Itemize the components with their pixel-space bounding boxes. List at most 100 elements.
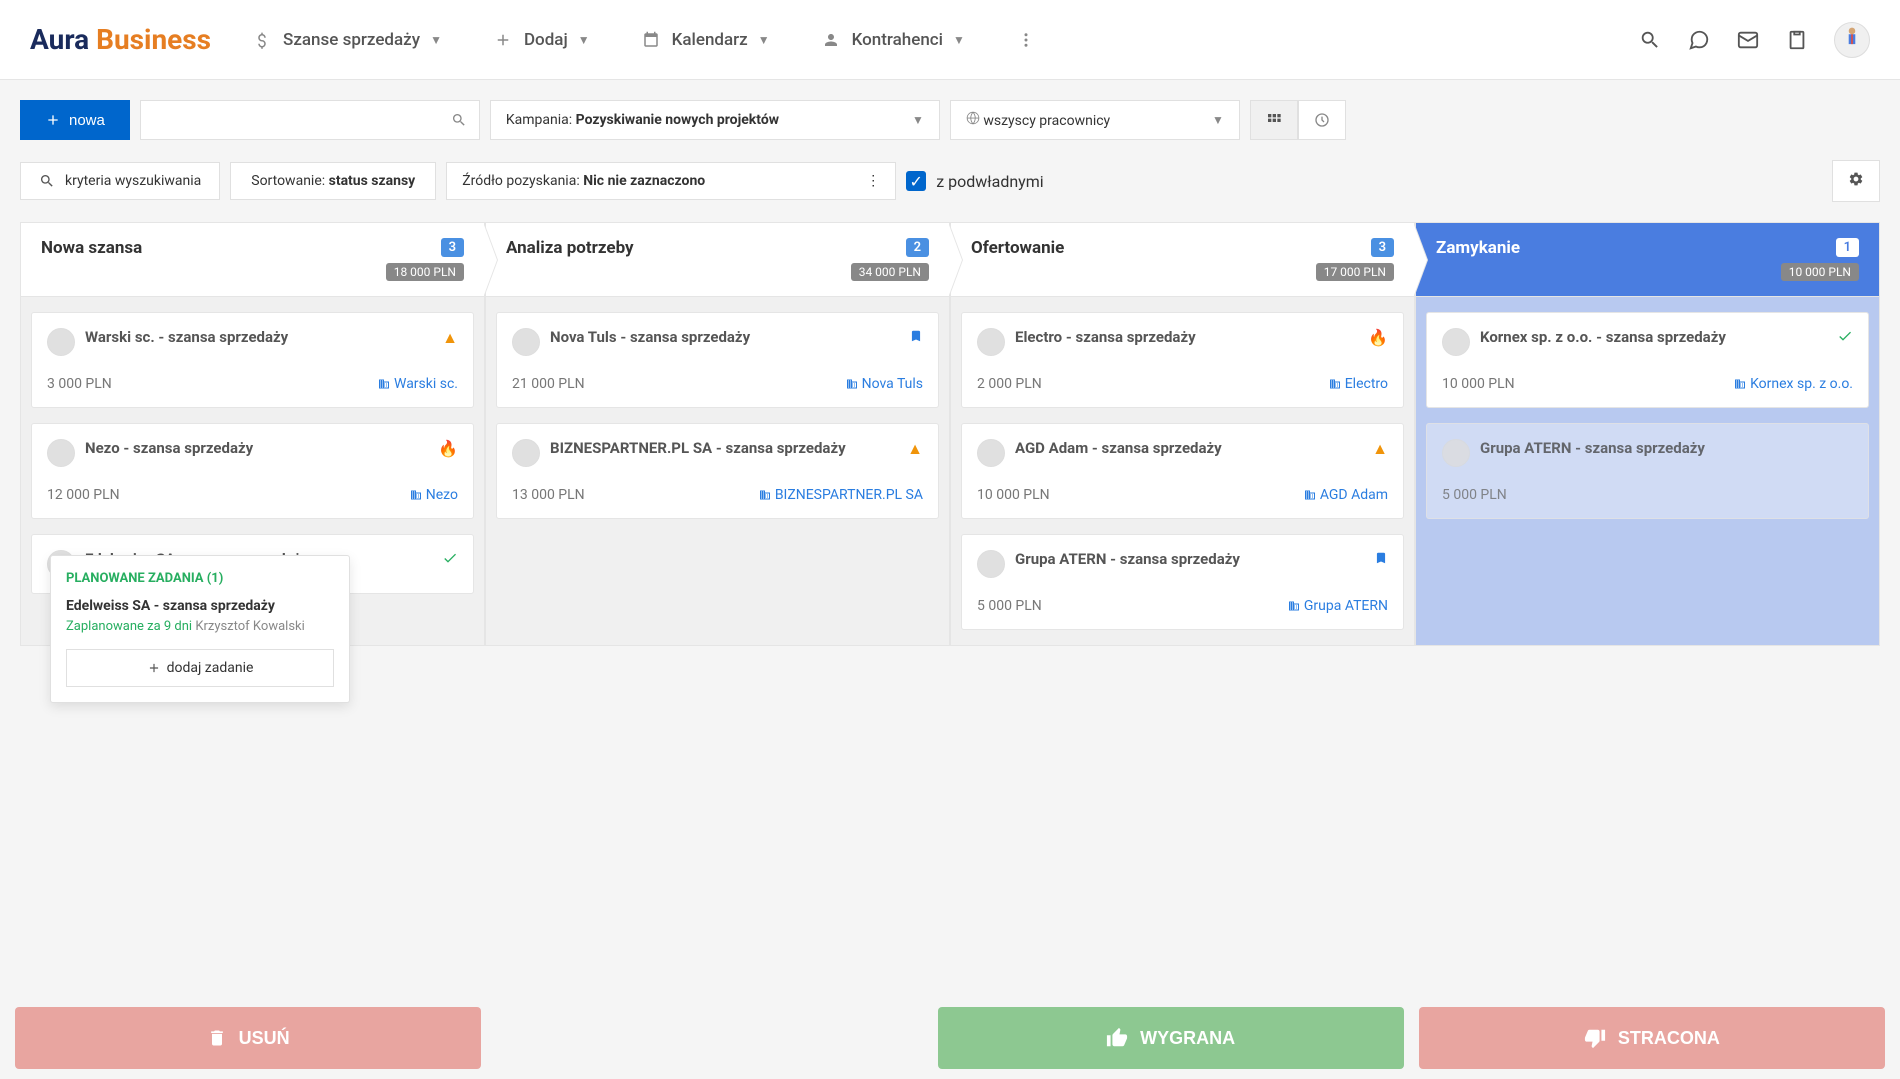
column-cards: Electro - szansa sprzedaży 🔥 2 000 PLN E… <box>951 297 1414 645</box>
column-amount-badge: 10 000 PLN <box>1781 263 1859 281</box>
card-company-link[interactable]: Warski sc. <box>378 376 458 392</box>
source-label: Źródło pozyskania: <box>462 173 580 189</box>
column-header[interactable]: Analiza potrzeby 2 34 000 PLN <box>486 223 949 297</box>
search-input[interactable] <box>153 112 443 128</box>
view-toggle <box>1250 100 1346 140</box>
card-title: Grupa ATERN - szansa sprzedaży <box>1480 439 1853 457</box>
subordinates-label: z podwładnymi <box>936 172 1043 191</box>
toolbar-primary: nowa Kampania: Pozyskiwanie nowych proje… <box>0 80 1900 160</box>
warning-icon: ▲ <box>1372 439 1388 459</box>
opportunity-card[interactable]: Electro - szansa sprzedaży 🔥 2 000 PLN E… <box>961 312 1404 408</box>
card-avatar <box>47 439 75 467</box>
kanban-view-button[interactable] <box>1250 100 1298 140</box>
trash-icon <box>207 1028 227 1048</box>
chevron-down-icon: ▼ <box>953 33 965 47</box>
popup-planned-text: Zaplanowane za 9 dni <box>66 619 192 634</box>
nav-calendar[interactable]: Kalendarz ▼ <box>640 29 770 51</box>
card-title: Nova Tuls - szansa sprzedaży <box>550 328 899 346</box>
card-amount: 10 000 PLN <box>977 487 1050 503</box>
chevron-down-icon: ▼ <box>912 113 924 127</box>
user-avatar[interactable] <box>1834 22 1870 58</box>
search-input-box[interactable] <box>140 100 480 140</box>
card-avatar <box>512 439 540 467</box>
column-header[interactable]: Nowa szansa 3 18 000 PLN <box>21 223 484 297</box>
card-title: Warski sc. - szansa sprzedaży <box>85 328 432 346</box>
nav-add[interactable]: Dodaj ▼ <box>492 29 590 51</box>
more-vertical-icon: ⋮ <box>866 173 880 189</box>
search-icon[interactable] <box>1638 28 1662 52</box>
column-header[interactable]: Ofertowanie 3 17 000 PLN <box>951 223 1414 297</box>
header-actions <box>1638 22 1870 58</box>
sort-label: Sortowanie: <box>251 173 325 189</box>
bookmark-icon <box>909 328 923 348</box>
opportunity-card[interactable]: Grupa ATERN - szansa sprzedaży 5 000 PLN… <box>961 534 1404 630</box>
column-badges: 1 10 000 PLN <box>1781 238 1859 281</box>
employees-value: wszyscy pracownicy <box>983 113 1110 129</box>
opportunity-card[interactable]: Kornex sp. z o.o. - szansa sprzedaży 10 … <box>1426 312 1869 408</box>
card-company-link[interactable]: BIZNESPARTNER.PL SA <box>759 487 923 503</box>
card-company-link[interactable]: Kornex sp. z o.o. <box>1734 376 1853 392</box>
clipboard-icon[interactable] <box>1785 28 1809 52</box>
nav-bar: Szanse sprzedaży ▼ Dodaj ▼ Kalendarz ▼ K… <box>251 29 1638 51</box>
bottom-action-bar: USUŃ WYGRANA STRACONA <box>0 997 1900 1079</box>
subordinates-checkbox-row[interactable]: ✓ z podwładnymi <box>906 171 1043 191</box>
card-amount: 5 000 PLN <box>977 598 1042 614</box>
column-title: Zamykanie <box>1436 238 1520 258</box>
employees-dropdown[interactable]: wszyscy pracownicy ▼ <box>950 100 1240 140</box>
opportunity-card[interactable]: Warski sc. - szansa sprzedaży ▲ 3 000 PL… <box>31 312 474 408</box>
column-count-badge: 2 <box>906 238 929 257</box>
column-amount-badge: 17 000 PLN <box>1316 263 1394 281</box>
card-company-link[interactable]: Nova Tuls <box>846 376 923 392</box>
sort-dropdown[interactable]: Sortowanie: status szansy <box>230 162 436 200</box>
column-amount-badge: 34 000 PLN <box>851 263 929 281</box>
check-icon <box>1837 328 1853 348</box>
checkbox-checked-icon: ✓ <box>906 171 926 191</box>
opportunity-card[interactable]: BIZNESPARTNER.PL SA - szansa sprzedaży ▲… <box>496 423 939 519</box>
opportunity-card[interactable]: AGD Adam - szansa sprzedaży ▲ 10 000 PLN… <box>961 423 1404 519</box>
nav-calendar-label: Kalendarz <box>672 30 748 50</box>
toolbar-secondary: kryteria wyszukiwania Sortowanie: status… <box>0 160 1900 222</box>
column-amount-badge: 18 000 PLN <box>386 263 464 281</box>
person-icon <box>820 29 842 51</box>
card-company-link[interactable]: AGD Adam <box>1304 487 1388 503</box>
card-company-link[interactable]: Nezo <box>410 487 458 503</box>
opportunity-card[interactable]: Nezo - szansa sprzedaży 🔥 12 000 PLN Nez… <box>31 423 474 519</box>
settings-button[interactable] <box>1832 160 1880 202</box>
card-amount: 10 000 PLN <box>1442 376 1515 392</box>
lose-button[interactable]: STRACONA <box>1419 1007 1885 1069</box>
win-button[interactable]: WYGRANA <box>938 1007 1404 1069</box>
timeline-view-button[interactable] <box>1298 100 1346 140</box>
gear-icon <box>1848 171 1864 187</box>
source-dropdown[interactable]: Źródło pozyskania: Nic nie zaznaczono ⋮ <box>446 162 896 200</box>
column-badges: 3 17 000 PLN <box>1316 238 1394 281</box>
spacer <box>496 1007 922 1069</box>
win-label: WYGRANA <box>1140 1028 1235 1049</box>
search-icon <box>39 173 55 189</box>
campaign-dropdown[interactable]: Kampania: Pozyskiwanie nowych projektów … <box>490 100 940 140</box>
dollar-icon <box>251 29 273 51</box>
card-amount: 13 000 PLN <box>512 487 585 503</box>
card-amount: 5 000 PLN <box>1442 487 1507 503</box>
column-title: Ofertowanie <box>971 238 1064 258</box>
opportunity-card[interactable]: Nova Tuls - szansa sprzedaży 21 000 PLN … <box>496 312 939 408</box>
card-company-link[interactable]: Electro <box>1329 376 1388 392</box>
column-header[interactable]: Zamykanie 1 10 000 PLN <box>1416 223 1879 297</box>
popup-meta: Zaplanowane za 9 dni Krzysztof Kowalski <box>66 619 334 634</box>
warning-icon: ▲ <box>442 328 458 348</box>
add-task-label: dodaj zadanie <box>167 660 254 676</box>
opportunity-card[interactable]: Grupa ATERN - szansa sprzedaży 5 000 PLN <box>1426 423 1869 519</box>
nav-more[interactable] <box>1015 29 1037 51</box>
delete-button[interactable]: USUŃ <box>15 1007 481 1069</box>
nav-contractors-label: Kontrahenci <box>852 30 943 50</box>
card-company-link[interactable]: Grupa ATERN <box>1288 598 1388 614</box>
chevron-down-icon: ▼ <box>578 33 590 47</box>
chat-icon[interactable] <box>1687 28 1711 52</box>
mail-icon[interactable] <box>1736 28 1760 52</box>
more-vertical-icon <box>1015 29 1037 51</box>
criteria-button[interactable]: kryteria wyszukiwania <box>20 162 220 200</box>
kanban-column: Zamykanie 1 10 000 PLN Kornex sp. z o.o.… <box>1415 222 1880 646</box>
add-task-button[interactable]: dodaj zadanie <box>66 649 334 687</box>
nav-sales[interactable]: Szanse sprzedaży ▼ <box>251 29 442 51</box>
nav-contractors[interactable]: Kontrahenci ▼ <box>820 29 965 51</box>
new-button[interactable]: nowa <box>20 100 130 140</box>
